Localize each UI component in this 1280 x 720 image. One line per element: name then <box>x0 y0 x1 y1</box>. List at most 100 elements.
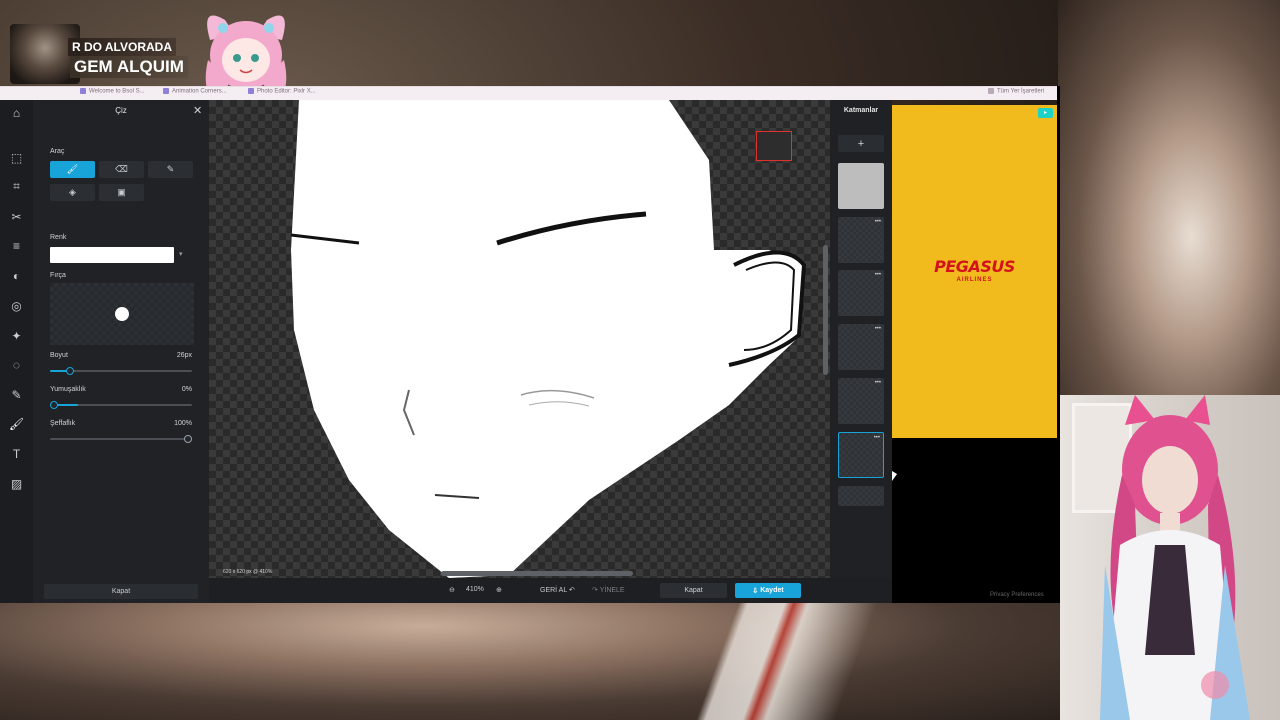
pencil-icon: ✎ <box>166 164 175 174</box>
bookmark-favicon-icon <box>248 88 254 94</box>
drawing-canvas[interactable]: 620 x 620 px @ 410% <box>209 100 830 578</box>
fill-bucket-icon: ◈ <box>69 187 76 197</box>
adjust-icon[interactable]: ≡ <box>6 235 27 256</box>
zoom-out-icon[interactable]: ⊖ <box>449 586 455 594</box>
privacy-preferences-link[interactable]: Privacy Preferences <box>990 592 1044 598</box>
liquify-icon[interactable]: ◌ <box>6 354 27 375</box>
bookmark-favicon-icon <box>80 88 86 94</box>
add-layer-button[interactable]: + <box>838 135 884 152</box>
layer-thumb-1[interactable] <box>838 163 884 209</box>
all-bookmarks-link[interactable]: Tüm Yer İşaretleri <box>988 88 1044 95</box>
softness-label: Yumuşaklık <box>50 386 86 393</box>
bookmark-item[interactable]: Photo Editor: Pixlr X... <box>248 88 316 95</box>
color-label: Renk <box>50 234 67 241</box>
crop-icon[interactable]: ⌗ <box>6 176 27 197</box>
redo-button[interactable]: ↷ YİNELE <box>592 586 625 594</box>
mouse-cursor <box>892 471 897 481</box>
draw-panel: Çiz ✕ Araç 🖌 ⌫ ✎ ◈ ▣ Renk ▾ Fırça Boyut … <box>33 100 209 603</box>
tool-section-label: Araç <box>50 148 65 155</box>
save-button[interactable]: ⇩ Kaydet <box>735 583 801 598</box>
fill-tool-button[interactable]: ◈ <box>50 184 95 201</box>
folder-icon <box>988 88 994 94</box>
draw-icon[interactable]: ✎ <box>6 384 27 405</box>
layers-title: Katmanlar <box>843 107 879 114</box>
redo-icon: ↷ <box>592 587 598 594</box>
brush-active-icon[interactable]: 🖌 <box>6 413 27 434</box>
horizontal-scrollbar[interactable] <box>441 571 633 576</box>
stream-overlay-banner: R DO ALVORADA GEM ALQUIM <box>8 15 293 105</box>
layer-thumb-5[interactable]: ••• <box>838 378 884 424</box>
softness-slider[interactable] <box>50 401 192 409</box>
size-slider[interactable] <box>50 367 192 375</box>
layer-menu-icon[interactable]: ••• <box>875 326 881 332</box>
filter-icon[interactable]: ◐ <box>6 265 27 286</box>
desktop-stage: R DO ALVORADA GEM ALQUIM Welcome to Bsol… <box>0 0 1280 720</box>
vertical-scrollbar[interactable] <box>823 245 828 375</box>
bottom-toolbar: ⊖ 410% ⊕ GERİ AL ↶ ↷ YİNELE Kapat ⇩ Kayd… <box>209 578 892 603</box>
stamp-icon: ▣ <box>117 187 126 197</box>
opacity-slider-handle[interactable] <box>184 435 192 443</box>
eraser-icon: ⌫ <box>115 164 128 174</box>
browser-bookmarks-bar: Welcome to Bsol S... Animation Corners..… <box>0 86 1058 100</box>
background-art-bottom <box>0 603 1060 720</box>
layer-thumb-3[interactable]: ••• <box>838 270 884 316</box>
layer-menu-icon[interactable]: ••• <box>875 272 881 278</box>
panel-close-button[interactable]: Kapat <box>44 584 198 599</box>
close-icon[interactable]: ✕ <box>193 104 202 117</box>
bookmark-item[interactable]: Animation Corners... <box>163 88 227 95</box>
navigator-minimap[interactable] <box>756 131 792 161</box>
effect-icon[interactable]: ◎ <box>6 295 27 316</box>
brush-tool-button[interactable]: 🖌 <box>50 161 95 178</box>
canvas-size-info: 620 x 620 px @ 410% <box>223 569 273 575</box>
chevron-down-icon[interactable]: ▾ <box>179 250 183 258</box>
zoom-in-icon[interactable]: ⊕ <box>496 586 502 594</box>
left-tool-rail: ⌂ ⬚ ⌗ ✂ ≡ ◐ ◎ ✦ ◌ ✎ 🖌 T ▨ <box>0 100 33 603</box>
webcam-feed <box>1060 395 1280 720</box>
home-icon[interactable]: ⌂ <box>6 102 27 123</box>
opacity-slider[interactable] <box>50 435 192 443</box>
layer-menu-icon[interactable]: ••• <box>874 435 880 441</box>
overlay-title-line1: R DO ALVORADA <box>68 38 176 56</box>
opacity-value: 100% <box>174 420 192 427</box>
brush-icon: 🖌 <box>66 164 79 174</box>
canvas-artwork <box>290 100 807 578</box>
webcam-person-image <box>1100 395 1250 720</box>
size-slider-handle[interactable] <box>65 367 74 375</box>
pencil-tool-button[interactable]: ✎ <box>148 161 193 178</box>
overlay-title-line2: GEM ALQUIM <box>70 56 188 78</box>
size-label: Boyut <box>50 352 68 359</box>
retouch-icon[interactable]: ✦ <box>6 325 27 346</box>
softness-slider-handle[interactable] <box>50 401 58 409</box>
download-icon: ⇩ <box>752 587 761 595</box>
advertisement[interactable]: ▸ PEGASUS AIRLINES <box>892 105 1057 438</box>
eraser-tool-button[interactable]: ⌫ <box>99 161 144 178</box>
panel-title: Çiz <box>115 106 127 115</box>
arrange-icon[interactable]: ⬚ <box>6 147 27 168</box>
undo-button[interactable]: GERİ AL ↶ <box>540 586 575 594</box>
layers-panel: Katmanlar + ••• ••• ••• ••• ••• <box>830 100 892 603</box>
layer-thumb-4[interactable]: ••• <box>838 324 884 370</box>
layer-thumb-7[interactable] <box>838 486 884 506</box>
background-art-right <box>1058 0 1280 395</box>
layer-menu-icon[interactable]: ••• <box>875 380 881 386</box>
zoom-value[interactable]: 410% <box>466 586 484 593</box>
stamp-tool-button[interactable]: ▣ <box>99 184 144 201</box>
pattern-icon[interactable]: ▨ <box>6 473 27 494</box>
ad-brand-subtitle: AIRLINES <box>956 277 993 283</box>
background-stripe <box>600 603 1020 720</box>
text-icon[interactable]: T <box>6 443 27 464</box>
softness-value: 0% <box>181 386 192 393</box>
brush-label: Fırça <box>50 272 66 279</box>
cutout-icon[interactable]: ✂ <box>6 206 27 227</box>
opacity-label: Şeffaflık <box>50 420 76 427</box>
bookmark-item[interactable]: Welcome to Bsol S... <box>80 88 145 95</box>
close-button[interactable]: Kapat <box>660 583 727 598</box>
bookmark-favicon-icon <box>163 88 169 94</box>
brush-preview-dot <box>115 307 129 321</box>
layer-thumb-2[interactable]: ••• <box>838 217 884 263</box>
ad-choices-icon[interactable]: ▸ <box>1038 108 1053 118</box>
color-swatch[interactable] <box>50 247 174 263</box>
undo-icon: ↶ <box>568 587 575 594</box>
layer-menu-icon[interactable]: ••• <box>875 219 881 225</box>
layer-thumb-active[interactable]: ••• <box>838 432 884 478</box>
